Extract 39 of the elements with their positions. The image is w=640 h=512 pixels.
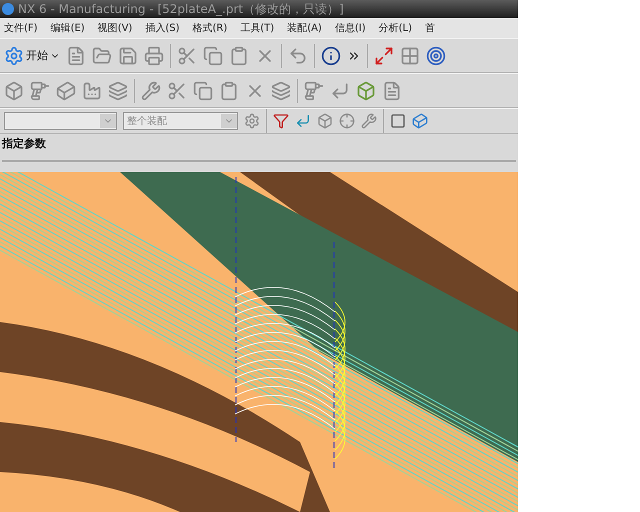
scissors-icon[interactable] (177, 46, 197, 66)
menu-item[interactable]: 视图(V) (98, 21, 132, 35)
filter-dropdown[interactable] (4, 112, 117, 130)
new-file-icon[interactable] (66, 46, 86, 66)
wrench-icon[interactable] (141, 80, 161, 100)
menu-item[interactable]: 分析(L) (378, 21, 412, 35)
paste-icon[interactable] (219, 80, 239, 100)
menu-item[interactable]: 工具(T) (240, 21, 274, 35)
box-select-icon[interactable] (390, 113, 406, 129)
menu-item[interactable]: 信息(I) (334, 21, 366, 35)
copy-icon[interactable] (203, 46, 223, 66)
layers-icon[interactable] (271, 80, 291, 100)
start-button[interactable]: 开始 (4, 46, 60, 66)
fit-view-icon[interactable] (374, 46, 394, 66)
menu-item[interactable]: 编辑(E) (50, 21, 85, 35)
app-logo-icon (2, 3, 14, 15)
geometry-icon[interactable] (56, 80, 76, 100)
menu-item[interactable]: 装配(A) (287, 21, 322, 35)
menu-item[interactable]: 文件(F) (4, 21, 38, 35)
menu-item[interactable]: 插入(S) (145, 21, 180, 35)
cube-icon[interactable] (412, 113, 428, 129)
info-icon[interactable] (321, 46, 341, 66)
menu-item[interactable]: 首 (424, 21, 435, 35)
save-icon[interactable] (118, 46, 138, 66)
copy-icon[interactable] (193, 80, 213, 100)
paste-icon[interactable] (229, 46, 249, 66)
arrow-icon[interactable] (295, 113, 311, 129)
menu-item[interactable]: 格式(R) (192, 21, 228, 35)
window-title: NX 6 - Manufacturing - [52plateA_.prt（修改的，只读）] (18, 0, 344, 18)
filter-icon[interactable] (273, 113, 289, 129)
list-icon[interactable] (382, 80, 402, 100)
grid-icon[interactable] (400, 46, 420, 66)
printer-icon[interactable] (144, 46, 164, 66)
folder-icon[interactable] (92, 46, 112, 66)
gear-icon (4, 46, 24, 66)
scissors-icon[interactable] (167, 80, 187, 100)
cue-line: 指定参数 (0, 136, 47, 152)
undo-icon[interactable] (288, 46, 308, 66)
tool-icon[interactable] (30, 80, 50, 100)
